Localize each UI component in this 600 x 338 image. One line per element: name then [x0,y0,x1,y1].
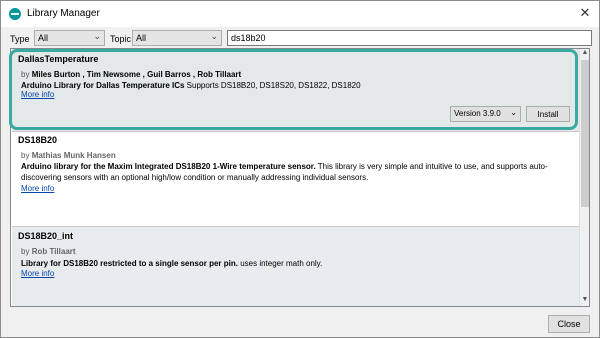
more-info-link[interactable]: More info [21,90,54,99]
authors-text: Rob Tillaart [31,247,76,256]
library-name: DS18B20 [18,135,58,145]
description-bold: Library for DS18B20 restricted to a sing… [21,259,238,268]
by-label: by [21,151,30,160]
vertical-scrollbar[interactable]: ▲ ▼ [579,49,589,306]
description-bold: Arduino library for the Maxim Integrated… [21,162,316,171]
type-select[interactable]: All ⌄ [34,30,105,46]
topic-select[interactable]: All ⌄ [132,30,222,46]
chevron-down-icon: ⌄ [93,31,101,41]
type-select-value: All [38,33,49,43]
scroll-down-icon[interactable]: ▼ [580,296,590,306]
scrollbar-thumb[interactable] [581,60,589,207]
title-bar: Library Manager ✕ [1,1,599,27]
window-title: Library Manager [27,8,100,19]
search-input[interactable]: ds18b20 [227,30,592,46]
library-manager-window: Library Manager ✕ Type All ⌄ Topic All ⌄… [0,0,600,338]
library-description: Arduino library for the Maxim Integrated… [21,161,571,183]
close-window-icon[interactable]: ✕ [578,6,592,20]
install-button[interactable]: Install [526,106,570,122]
close-button[interactable]: Close [548,315,590,333]
chevron-down-icon: ⌄ [210,31,218,41]
topic-label: Topic [110,34,132,44]
list-item[interactable]: DS18B20 by Mathias Munk Hansen Arduino l… [12,132,579,226]
authors-text: Miles Burton , Tim Newsome , Guil Barros… [31,70,242,79]
by-label: by [21,247,30,256]
library-name: DallasTemperature [18,54,99,64]
arduino-app-icon [9,8,21,20]
type-label: Type [10,34,30,44]
description-bold: Arduino Library for Dallas Temperature I… [21,81,185,90]
filter-bar: Type All ⌄ Topic All ⌄ ds18b20 [1,27,599,49]
library-list: DallasTemperature by Miles Burton , Tim … [10,48,590,307]
scroll-up-icon[interactable]: ▲ [580,49,590,59]
chevron-down-icon: ⌄ [510,108,517,117]
library-authors: by Rob Tillaart [21,247,76,256]
version-value: Version 3.9.0 [454,109,501,118]
list-item[interactable]: DallasTemperature by Miles Burton , Tim … [12,49,579,131]
library-description: Library for DS18B20 restricted to a sing… [21,258,571,269]
authors-text: Mathias Munk Hansen [31,151,116,160]
more-info-link[interactable]: More info [21,184,54,193]
list-item[interactable]: DS18B20_int by Rob Tillaart Library for … [12,227,579,306]
description-rest: uses integer math only. [237,259,323,268]
library-name: DS18B20_int [18,231,74,241]
topic-select-value: All [136,33,147,43]
library-authors: by Miles Burton , Tim Newsome , Guil Bar… [21,70,241,79]
library-description: Arduino Library for Dallas Temperature I… [21,80,571,91]
by-label: by [21,70,30,79]
description-rest: Supports DS18B20, DS18S20, DS1822, DS182… [184,81,361,90]
more-info-link[interactable]: More info [21,269,54,278]
version-select[interactable]: Version 3.9.0 ⌄ [450,106,521,122]
library-authors: by Mathias Munk Hansen [21,151,116,160]
